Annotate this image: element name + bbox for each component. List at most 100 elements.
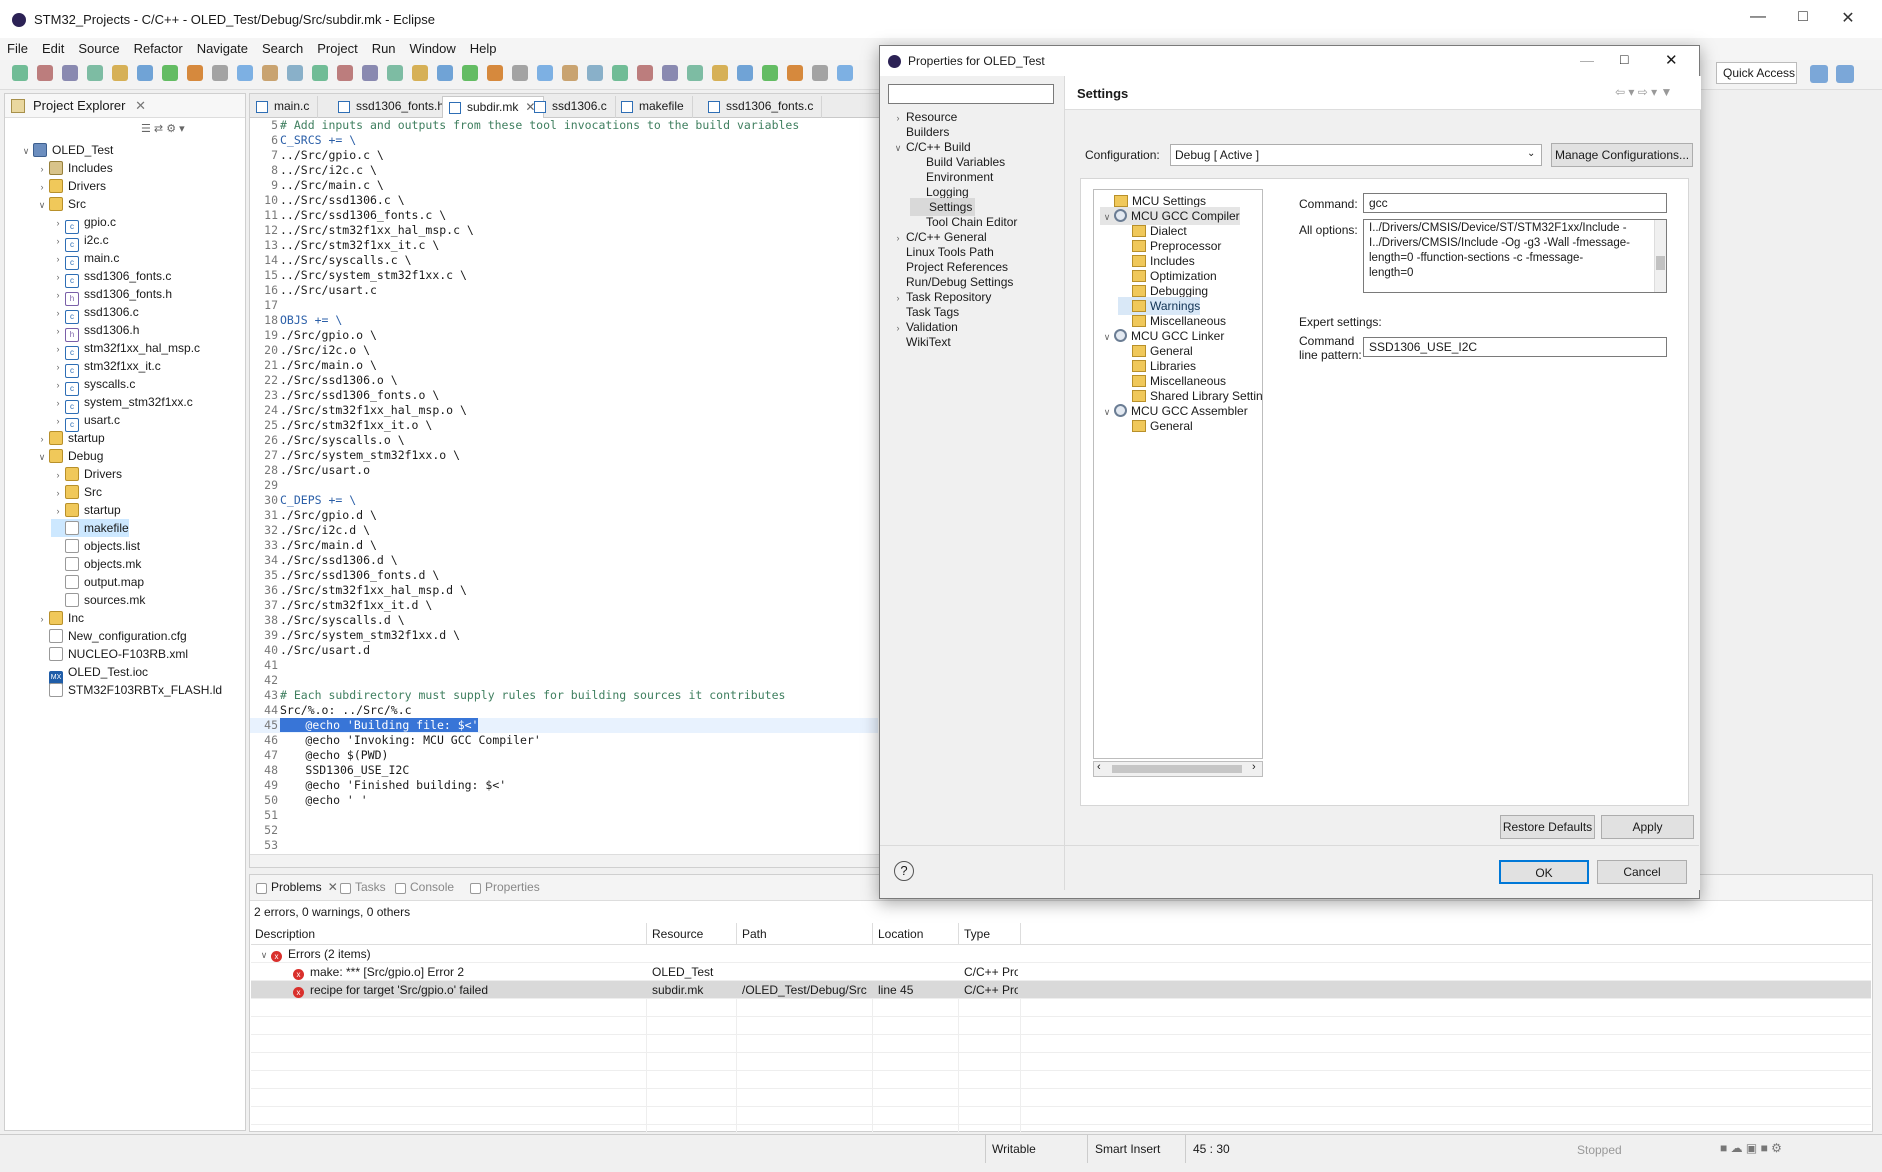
column-header[interactable]: Resource <box>652 927 703 945</box>
toolbar-button-icon[interactable] <box>612 65 628 81</box>
toolbar-button-icon[interactable] <box>162 65 178 81</box>
project-tree-item[interactable]: › startup <box>35 429 105 447</box>
toolbar-button-icon[interactable] <box>562 65 578 81</box>
project-tree-item[interactable]: New_configuration.cfg <box>35 627 187 645</box>
close-view-icon[interactable]: ✕ <box>135 98 146 113</box>
table-row[interactable]: x make: *** [Src/gpio.o] Error 2 OLED_Test… <box>251 963 1871 981</box>
chevron-icon[interactable]: › <box>51 340 65 358</box>
chevron-icon[interactable]: ∨ <box>35 448 49 466</box>
menu-file[interactable]: File <box>0 38 35 59</box>
toolbar-button-icon[interactable] <box>637 65 653 81</box>
bottom-tab-tasks[interactable]: Tasks <box>340 880 386 894</box>
chevron-icon[interactable]: ∨ <box>257 946 271 963</box>
toolbar-button-icon[interactable] <box>362 65 378 81</box>
filter-input[interactable] <box>888 84 1054 104</box>
project-tree-item[interactable]: › c gpio.c <box>51 213 116 234</box>
nav-item[interactable]: WikiText <box>890 333 951 351</box>
dialog-close-icon[interactable]: ✕ <box>1665 51 1678 69</box>
project-tree-item[interactable]: MX OLED_Test.ioc <box>35 663 148 685</box>
chevron-icon[interactable]: › <box>51 412 65 430</box>
project-tree-item[interactable]: ∨ Debug <box>35 447 103 465</box>
project-tree-item[interactable]: › c i2c.c <box>51 231 109 252</box>
toolbar-button-icon[interactable] <box>587 65 603 81</box>
close-icon[interactable]: ✕ <box>1830 8 1866 32</box>
chevron-icon[interactable]: › <box>35 610 49 628</box>
editor-tab[interactable]: ssd1306.c <box>528 96 616 118</box>
toolbar-button-icon[interactable] <box>462 65 478 81</box>
toolbar-button-icon[interactable] <box>712 65 728 81</box>
toolbar-button-icon[interactable] <box>662 65 678 81</box>
project-tree-item[interactable]: ∨ OLED_Test <box>19 141 113 159</box>
project-tree-item[interactable]: › c main.c <box>51 249 119 270</box>
tool-tree-item[interactable]: General <box>1118 417 1193 435</box>
command-input[interactable]: gcc <box>1363 193 1667 213</box>
chevron-icon[interactable]: › <box>35 178 49 196</box>
restore-defaults-button[interactable]: Restore Defaults <box>1500 815 1595 839</box>
editor-tab[interactable]: ssd1306_fonts.h <box>332 96 454 118</box>
toolbar-button-icon[interactable] <box>87 65 103 81</box>
toolbar-button-icon[interactable] <box>687 65 703 81</box>
quick-access-field[interactable]: Quick Access <box>1716 62 1797 84</box>
chevron-icon[interactable]: › <box>51 214 65 232</box>
column-header[interactable]: Description <box>255 927 315 945</box>
chevron-icon[interactable]: ∨ <box>19 142 33 160</box>
project-tree-item[interactable]: › Drivers <box>35 177 106 195</box>
project-tree-item[interactable]: › c ssd1306.c <box>51 303 139 324</box>
chevron-icon[interactable]: › <box>51 394 65 412</box>
help-icon[interactable]: ? <box>894 861 914 881</box>
bottom-tab-problems[interactable]: Problems ✕ <box>256 880 338 894</box>
chevron-icon[interactable]: ∨ <box>1100 328 1114 346</box>
project-tree-item[interactable]: › c usart.c <box>51 411 120 432</box>
toolbar-button-icon[interactable] <box>387 65 403 81</box>
menu-run[interactable]: Run <box>365 38 403 59</box>
perspective-icon[interactable] <box>1836 65 1854 83</box>
menu-help[interactable]: Help <box>463 38 504 59</box>
toolbar-button-icon[interactable] <box>137 65 153 81</box>
editor-horizontal-scrollbar[interactable] <box>250 854 880 867</box>
project-tree-item[interactable]: › startup <box>51 501 121 519</box>
project-tree-item[interactable]: › c ssd1306_fonts.c <box>51 267 171 288</box>
chevron-icon[interactable]: › <box>51 358 65 376</box>
bottom-tab-properties[interactable]: Properties <box>470 880 540 894</box>
menu-edit[interactable]: Edit <box>35 38 71 59</box>
maximize-icon[interactable]: □ <box>1785 8 1821 32</box>
toolbar-button-icon[interactable] <box>187 65 203 81</box>
project-tree-item[interactable]: objects.list <box>51 537 140 555</box>
menu-search[interactable]: Search <box>255 38 310 59</box>
dialog-minimize-icon[interactable]: — <box>1580 52 1594 68</box>
column-header[interactable]: Type <box>964 927 990 945</box>
project-tree-item[interactable]: › Inc <box>35 609 84 627</box>
column-header[interactable]: Path <box>742 927 767 945</box>
perspective-icon[interactable] <box>1810 65 1828 83</box>
configuration-select[interactable]: Debug [ Active ] ⌄ <box>1170 144 1542 166</box>
toolbar-button-icon[interactable] <box>762 65 778 81</box>
table-row[interactable]: x recipe for target 'Src/gpio.o' failed su… <box>251 981 1871 999</box>
project-tree-item[interactable]: › h ssd1306.h <box>51 321 139 342</box>
toolbar-button-icon[interactable] <box>537 65 553 81</box>
bottom-tab-console[interactable]: Console <box>395 880 454 894</box>
toolbar-button-icon[interactable] <box>237 65 253 81</box>
chevron-icon[interactable]: › <box>35 160 49 178</box>
chevron-icon[interactable]: › <box>35 430 49 448</box>
editor-tab[interactable]: ssd1306_fonts.c <box>702 96 823 118</box>
toolbar-button-icon[interactable] <box>37 65 53 81</box>
chevron-icon[interactable]: ∨ <box>1100 403 1114 421</box>
toolbar-button-icon[interactable] <box>737 65 753 81</box>
chevron-icon[interactable]: › <box>51 322 65 340</box>
toolbar-button-icon[interactable] <box>412 65 428 81</box>
chevron-icon[interactable]: › <box>51 268 65 286</box>
menu-refactor[interactable]: Refactor <box>127 38 190 59</box>
project-tree-item[interactable]: › Src <box>51 483 102 501</box>
project-tree-item[interactable]: makefile <box>51 519 129 537</box>
toolbar-button-icon[interactable] <box>837 65 853 81</box>
chevron-icon[interactable]: ∨ <box>890 139 906 157</box>
project-tree-item[interactable]: output.map <box>51 573 144 591</box>
minimize-icon[interactable]: — <box>1740 8 1776 32</box>
project-tree-item[interactable]: › c system_stm32f1xx.c <box>51 393 193 414</box>
tool-tree-scrollbar[interactable]: ‹ › <box>1093 761 1263 777</box>
chevron-icon[interactable]: › <box>51 286 65 304</box>
project-tree-item[interactable]: › c stm32f1xx_hal_msp.c <box>51 339 200 360</box>
dialog-maximize-icon[interactable]: □ <box>1620 51 1628 67</box>
project-tree-item[interactable]: › h ssd1306_fonts.h <box>51 285 172 306</box>
toolbar-button-icon[interactable] <box>112 65 128 81</box>
